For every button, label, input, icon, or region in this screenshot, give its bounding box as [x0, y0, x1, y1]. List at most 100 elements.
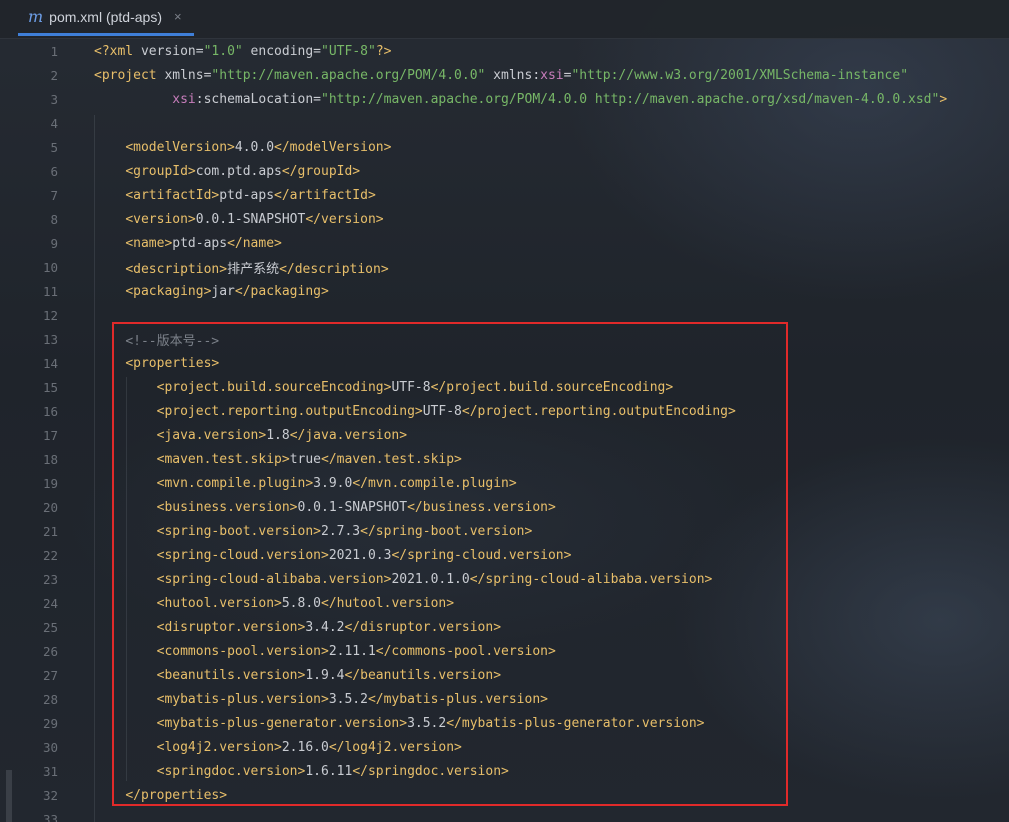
line-number: 31	[42, 763, 58, 779]
code-line[interactable]: 5 <modelVersion>4.0.0</modelVersion>	[0, 135, 1009, 159]
line-number: 12	[42, 307, 58, 323]
tab-title: pom.xml (ptd-aps)	[49, 8, 162, 25]
code-token: </modelVersion>	[274, 139, 392, 155]
code-token: <packaging>	[125, 283, 212, 299]
code-token: :schemaLocation=	[195, 91, 321, 107]
line-number: 4	[50, 115, 58, 131]
code-line[interactable]: 6 <groupId>com.ptd.aps</groupId>	[0, 159, 1009, 183]
indent-guide-project	[94, 115, 95, 822]
code-token: xmlns:	[485, 67, 541, 83]
code-line[interactable]: 10 <description>排产系统</description>	[0, 255, 1009, 279]
maven-file-icon: m	[28, 6, 44, 26]
code-text: <groupId>com.ptd.aps</groupId>	[94, 164, 360, 179]
close-icon[interactable]: ×	[174, 9, 182, 24]
code-line[interactable]: 1 <?xml version="1.0" encoding="UTF-8"?>	[0, 39, 1009, 63]
line-number: 32	[42, 787, 58, 803]
code-token: "http://maven.apache.org/POM/4.0.0 http:…	[321, 91, 940, 107]
code-token: </description>	[279, 261, 389, 277]
line-number: 9	[50, 235, 58, 251]
code-token: com.ptd.aps	[195, 163, 282, 179]
code-token: "1.0"	[203, 43, 243, 59]
line-number: 17	[42, 427, 58, 443]
line-number: 28	[42, 691, 58, 707]
code-text: <artifactId>ptd-aps</artifactId>	[94, 187, 376, 203]
code-text: <modelVersion>4.0.0</modelVersion>	[94, 140, 391, 155]
code-token: 0.0.1-SNAPSHOT	[195, 211, 306, 227]
code-token: </artifactId>	[274, 187, 376, 203]
code-token: "UTF-8"	[321, 43, 376, 59]
code-token: >	[939, 91, 948, 107]
code-token: 4.0.0	[234, 139, 275, 155]
code-line[interactable]: 2 <project xmlns="http://maven.apache.org…	[0, 63, 1009, 87]
line-number: 1	[50, 43, 58, 59]
line-number: 16	[42, 403, 58, 419]
code-line[interactable]: 8 <version>0.0.1-SNAPSHOT</version>	[0, 207, 1009, 231]
code-token: </packaging>	[234, 283, 329, 299]
code-token: <version>	[125, 211, 196, 227]
line-number: 21	[42, 523, 58, 539]
line-number: 2	[50, 67, 58, 83]
code-token: encoding=	[242, 43, 322, 59]
code-token: ptd-aps	[219, 187, 275, 203]
code-token: xmlns=	[164, 67, 212, 83]
code-text: <packaging>jar</packaging>	[94, 284, 329, 299]
code-token: <modelVersion>	[125, 139, 235, 155]
code-token: "http://maven.apache.org/POM/4.0.0"	[211, 67, 486, 83]
line-number: 24	[42, 595, 58, 611]
code-token: <project	[94, 67, 165, 83]
line-number: 5	[50, 139, 58, 155]
code-token: <?xml	[94, 43, 141, 59]
line-number: 30	[42, 739, 58, 755]
code-token: 排产系统	[227, 261, 280, 277]
tab-pom-xml[interactable]: m pom.xml (ptd-aps) ×	[18, 0, 194, 36]
line-number: 33	[42, 811, 58, 822]
code-token: xsi	[172, 91, 196, 107]
code-line[interactable]: 4	[0, 111, 1009, 135]
code-text: <?xml version="1.0" encoding="UTF-8"?>	[94, 44, 391, 59]
code-line[interactable]: 11 <packaging>jar</packaging>	[0, 279, 1009, 303]
line-number: 23	[42, 571, 58, 587]
line-number: 8	[50, 211, 58, 227]
line-number: 15	[42, 379, 58, 395]
line-number: 11	[42, 283, 58, 299]
line-number: 25	[42, 619, 58, 635]
line-number: 3	[50, 91, 58, 107]
code-line[interactable]: 33	[0, 807, 1009, 822]
code-token: "http://www.w3.org/2001/XMLSchema-instan…	[571, 67, 909, 83]
line-number: 29	[42, 715, 58, 731]
code-token: ?>	[375, 43, 392, 59]
code-token: <name>	[125, 235, 173, 251]
code-line[interactable]: 7 <artifactId>ptd-aps</artifactId>	[0, 183, 1009, 207]
line-number: 20	[42, 499, 58, 515]
line-number: 13	[42, 331, 58, 347]
line-number: 10	[42, 259, 58, 275]
editor-tab-bar: m pom.xml (ptd-aps) ×	[0, 0, 1009, 39]
code-text: <name>ptd-aps</name>	[94, 236, 282, 251]
code-text: <version>0.0.1-SNAPSHOT</version>	[94, 211, 384, 227]
annotation-highlight-box	[112, 322, 788, 806]
code-token: </version>	[305, 211, 384, 227]
line-number: 26	[42, 643, 58, 659]
code-token: </groupId>	[281, 163, 361, 179]
code-token: </name>	[227, 235, 282, 251]
code-line[interactable]: 9 <name>ptd-aps</name>	[0, 231, 1009, 255]
code-text: <project xmlns="http://maven.apache.org/…	[94, 68, 908, 83]
code-token: version=	[140, 43, 204, 59]
line-number: 14	[42, 355, 58, 371]
code-line[interactable]: 3 xsi:schemaLocation="http://maven.apach…	[0, 87, 1009, 111]
line-number: 18	[42, 451, 58, 467]
line-number: 27	[42, 667, 58, 683]
line-number: 6	[50, 163, 58, 179]
code-token: <description>	[125, 261, 228, 277]
code-text: xsi:schemaLocation="http://maven.apache.…	[94, 92, 947, 107]
line-number: 19	[42, 475, 58, 491]
code-token: ptd-aps	[172, 235, 228, 251]
line-number: 7	[50, 187, 58, 203]
